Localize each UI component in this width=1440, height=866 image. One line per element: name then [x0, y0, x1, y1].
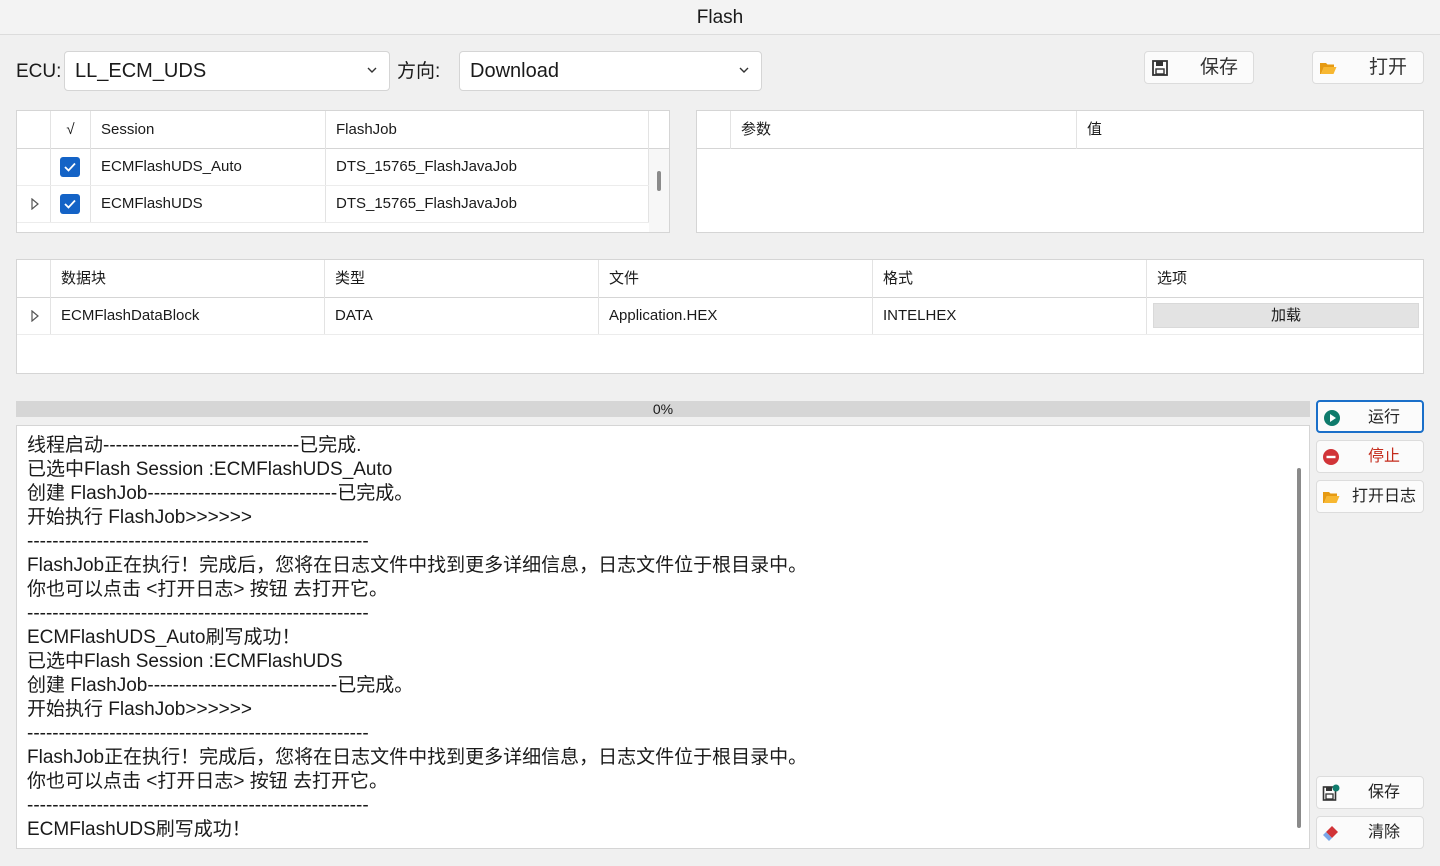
direction-label: 方向: — [397, 61, 441, 82]
stop-circle-icon — [1323, 449, 1339, 465]
log-line: 创建 FlashJob-----------------------------… — [27, 483, 414, 504]
table-row[interactable]: ECMFlashUDS DTS_15765_FlashJavaJob — [17, 186, 649, 223]
log-line: 线程启动-------------------------------已完成. — [27, 435, 362, 456]
floppy-icon — [1152, 60, 1168, 76]
save-button-label: 保存 — [1199, 57, 1238, 78]
header-session[interactable]: Session — [91, 111, 326, 149]
save-log-icon — [1322, 784, 1340, 801]
datablock-table-header: 数据块 类型 文件 格式 选项 — [17, 260, 1423, 298]
log-line: ----------------------------------------… — [27, 795, 369, 816]
scrollbar-thumb[interactable] — [1297, 468, 1301, 828]
session-checkbox[interactable] — [60, 194, 80, 214]
stop-button-label: 停止 — [1367, 448, 1400, 465]
datablock-cell: ECMFlashDataBlock — [51, 298, 325, 334]
clear-button-label: 清除 — [1367, 824, 1400, 841]
flashjob-cell: DTS_15765_FlashJavaJob — [326, 186, 649, 222]
header-parameter[interactable]: 参数 — [731, 111, 1077, 149]
direction-combobox[interactable]: Download — [459, 51, 762, 91]
log-line: 开始执行 FlashJob>>>>>> — [27, 699, 252, 720]
check-icon — [64, 162, 76, 172]
chevron-down-icon — [739, 67, 749, 73]
progress-label: 0% — [652, 401, 674, 417]
open-button-label: 打开 — [1368, 57, 1407, 78]
save-button[interactable]: 保存 — [1144, 51, 1254, 84]
log-line: 你也可以点击 <打开日志> 按钮 去打开它。 — [27, 771, 389, 792]
table-row[interactable]: ECMFlashDataBlock DATA Application.HEX I… — [17, 298, 1423, 335]
folder-open-icon — [1323, 492, 1340, 503]
scrollbar-thumb[interactable] — [657, 171, 661, 191]
header-file[interactable]: 文件 — [599, 260, 873, 298]
row-check-cell — [51, 149, 91, 185]
save-log-button-label: 保存 — [1367, 784, 1400, 801]
session-checkbox[interactable] — [60, 157, 80, 177]
parameter-table-header: 参数 值 — [697, 111, 1423, 149]
log-line: ----------------------------------------… — [27, 723, 369, 744]
option-cell: 加载 — [1147, 298, 1423, 334]
log-line: ECMFlashUDS_Auto刷写成功！ — [27, 627, 301, 648]
play-circle-icon — [1324, 410, 1340, 426]
folder-open-icon — [1320, 63, 1337, 74]
run-button-label: 运行 — [1367, 409, 1400, 426]
log-output[interactable]: 线程启动-------------------------------已完成. 已… — [16, 425, 1310, 849]
ecu-combobox-value: LL_ECM_UDS — [75, 60, 207, 82]
header-row-indicator — [17, 260, 51, 298]
log-line: ----------------------------------------… — [27, 603, 369, 624]
open-button[interactable]: 打开 — [1312, 51, 1424, 84]
type-cell: DATA — [325, 298, 599, 334]
chevron-down-icon — [367, 67, 377, 73]
log-line: FlashJob正在执行！完成后，您将在日志文件中找到更多详细信息，日志文件位于… — [27, 747, 808, 768]
direction-combobox-value: Download — [470, 60, 559, 82]
log-line: 开始执行 FlashJob>>>>>> — [27, 507, 252, 528]
row-indicator — [17, 149, 51, 185]
session-cell: ECMFlashUDS — [91, 186, 326, 222]
format-cell: INTELHEX — [873, 298, 1147, 334]
log-line: ECMFlashUDS刷写成功！ — [27, 819, 251, 840]
row-indicator — [17, 186, 51, 222]
session-table-header: √ Session FlashJob — [17, 111, 669, 149]
datablock-table: 数据块 类型 文件 格式 选项 ECMFlashDataBlock DATA A… — [16, 259, 1424, 374]
save-log-button[interactable]: 保存 — [1316, 776, 1424, 809]
log-line: ----------------------------------------… — [27, 531, 369, 552]
log-line: 已选中Flash Session :ECMFlashUDS — [27, 651, 343, 672]
stop-button[interactable]: 停止 — [1316, 440, 1424, 473]
log-line: 创建 FlashJob-----------------------------… — [27, 675, 414, 696]
header-value[interactable]: 值 — [1077, 111, 1423, 149]
window-title: Flash — [0, 0, 1440, 35]
expand-arrow-icon[interactable] — [30, 198, 40, 210]
log-line: 已选中Flash Session :ECMFlashUDS_Auto — [27, 459, 393, 480]
header-option[interactable]: 选项 — [1147, 260, 1423, 298]
header-flashjob[interactable]: FlashJob — [326, 111, 649, 149]
file-cell: Application.HEX — [599, 298, 873, 334]
expand-arrow-icon[interactable] — [30, 310, 40, 322]
header-datablock[interactable]: 数据块 — [51, 260, 325, 298]
parameter-table: 参数 值 — [696, 110, 1424, 233]
check-icon — [64, 199, 76, 209]
open-log-button[interactable]: 打开日志 — [1316, 480, 1424, 513]
row-check-cell — [51, 186, 91, 222]
load-button[interactable]: 加载 — [1153, 303, 1419, 328]
header-row-indicator — [697, 111, 731, 149]
header-row-indicator — [17, 111, 51, 149]
session-table: √ Session FlashJob ECMFlashUDS_Auto DTS_… — [16, 110, 670, 233]
clear-button[interactable]: 清除 — [1316, 816, 1424, 849]
log-line: 你也可以点击 <打开日志> 按钮 去打开它。 — [27, 579, 389, 600]
table-row[interactable]: ECMFlashUDS_Auto DTS_15765_FlashJavaJob — [17, 149, 649, 186]
progress-bar: 0% — [16, 401, 1310, 417]
run-button[interactable]: 运行 — [1316, 400, 1424, 433]
session-table-scrollbar[interactable] — [649, 149, 669, 232]
session-cell: ECMFlashUDS_Auto — [91, 149, 326, 185]
log-line: FlashJob正在执行！完成后，您将在日志文件中找到更多详细信息，日志文件位于… — [27, 555, 808, 576]
ecu-label: ECU: — [16, 61, 62, 82]
row-indicator — [17, 298, 51, 334]
header-check[interactable]: √ — [51, 111, 91, 149]
flashjob-cell: DTS_15765_FlashJavaJob — [326, 149, 649, 185]
open-log-button-label: 打开日志 — [1351, 488, 1416, 505]
eraser-icon — [1323, 826, 1338, 841]
ecu-combobox[interactable]: LL_ECM_UDS — [64, 51, 390, 91]
header-type[interactable]: 类型 — [325, 260, 599, 298]
header-format[interactable]: 格式 — [873, 260, 1147, 298]
log-scrollbar[interactable] — [1289, 426, 1309, 848]
